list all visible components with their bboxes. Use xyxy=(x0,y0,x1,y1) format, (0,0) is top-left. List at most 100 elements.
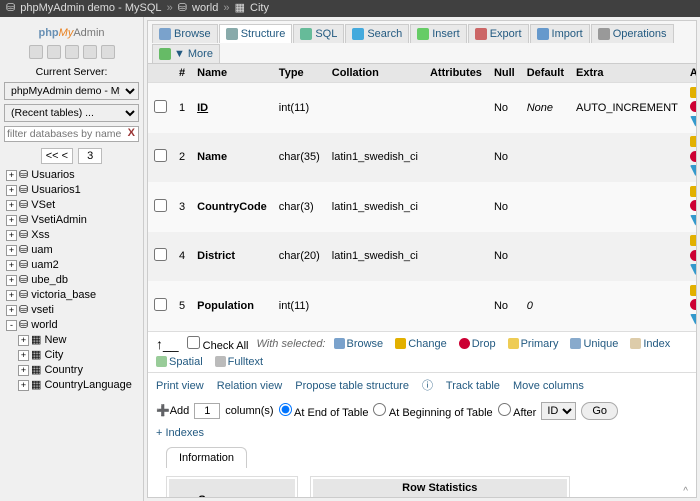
after-column-select[interactable]: ID xyxy=(541,402,576,420)
check-all-box[interactable] xyxy=(187,336,200,349)
ws-fulltext[interactable]: Fulltext xyxy=(215,356,263,368)
row-checkbox[interactable] xyxy=(154,298,167,311)
go-button[interactable]: Go xyxy=(581,402,618,420)
db-node[interactable]: +⛁ uam xyxy=(4,243,139,258)
expand-icon[interactable]: + xyxy=(6,170,17,181)
expand-icon[interactable]: + xyxy=(6,215,17,226)
opt-after[interactable]: After xyxy=(498,403,537,419)
db-node[interactable]: +⛁ ube_db xyxy=(4,273,139,288)
ws-primary[interactable]: Primary xyxy=(508,338,559,350)
action-change[interactable]: Change xyxy=(690,284,696,296)
db-node[interactable]: +⛁ Usuarios xyxy=(4,168,139,183)
relation-view-link[interactable]: Relation view xyxy=(217,380,282,392)
db-node[interactable]: +⛁ Usuarios1 xyxy=(4,183,139,198)
db-pager[interactable]: << < 3 xyxy=(4,148,139,164)
db-crumb[interactable]: world xyxy=(192,2,218,14)
th-null[interactable]: Null xyxy=(488,64,521,83)
action-more[interactable]: More xyxy=(690,264,696,276)
expand-icon[interactable]: + xyxy=(6,260,17,271)
th-attributes[interactable]: Attributes xyxy=(424,64,488,83)
expand-icon[interactable]: + xyxy=(6,275,17,286)
propose-structure-link[interactable]: Propose table structure xyxy=(295,380,409,392)
db-node[interactable]: -⛁ world xyxy=(4,318,139,333)
tab-import[interactable]: Import xyxy=(530,24,590,43)
expand-icon[interactable]: + xyxy=(6,230,17,241)
tab-insert[interactable]: Insert xyxy=(410,24,467,43)
action-more[interactable]: More xyxy=(690,214,696,226)
expand-icon[interactable]: + xyxy=(18,380,29,391)
ws-spatial[interactable]: Spatial xyxy=(156,356,203,368)
tab-structure[interactable]: Structure xyxy=(219,24,293,43)
action-change[interactable]: Change xyxy=(690,235,696,247)
move-columns-link[interactable]: Move columns xyxy=(513,380,584,392)
table-crumb[interactable]: City xyxy=(250,2,269,14)
expand-icon[interactable]: + xyxy=(18,350,29,361)
action-drop[interactable]: Drop xyxy=(690,249,696,261)
row-checkbox[interactable] xyxy=(154,149,167,162)
th-num[interactable]: # xyxy=(173,64,191,83)
opt-begin[interactable]: At Beginning of Table xyxy=(373,403,492,419)
tab-browse[interactable]: Browse xyxy=(152,24,218,43)
th-name[interactable]: Name xyxy=(191,64,273,83)
action-drop[interactable]: Drop xyxy=(690,101,696,113)
action-drop[interactable]: Drop xyxy=(690,200,696,212)
opt-end[interactable]: At End of Table xyxy=(279,403,369,419)
expand-icon[interactable]: + xyxy=(6,185,17,196)
pager-prev[interactable]: << < xyxy=(41,148,73,164)
pager-page[interactable]: 3 xyxy=(78,148,102,164)
th-default[interactable]: Default xyxy=(521,64,570,83)
row-checkbox[interactable] xyxy=(154,199,167,212)
tab-more[interactable]: ▼ More xyxy=(152,44,220,63)
action-change[interactable]: Change xyxy=(690,86,696,98)
action-more[interactable]: More xyxy=(690,165,696,177)
clear-filter-icon[interactable]: X xyxy=(128,127,135,139)
action-drop[interactable]: Drop xyxy=(690,150,696,162)
table-node[interactable]: +▦ New xyxy=(4,333,139,348)
tab-operations[interactable]: Operations xyxy=(591,24,674,43)
check-all[interactable]: Check All xyxy=(187,336,249,352)
db-node[interactable]: +⛁ vseti xyxy=(4,303,139,318)
row-checkbox[interactable] xyxy=(154,248,167,261)
track-table-link[interactable]: Track table xyxy=(446,380,500,392)
help-icon[interactable]: ⓘ xyxy=(422,380,433,392)
ws-index[interactable]: Index xyxy=(630,338,670,350)
row-checkbox[interactable] xyxy=(154,100,167,113)
expand-icon[interactable]: + xyxy=(18,365,29,376)
print-view-link[interactable]: Print view xyxy=(156,380,204,392)
action-more[interactable]: More xyxy=(690,115,696,127)
sidebar-quick-icons[interactable] xyxy=(4,45,139,62)
expand-icon[interactable]: + xyxy=(6,305,17,316)
th-collation[interactable]: Collation xyxy=(326,64,424,83)
ws-unique[interactable]: Unique xyxy=(570,338,618,350)
recent-tables-select[interactable]: (Recent tables) ... xyxy=(4,104,139,122)
action-more[interactable]: More xyxy=(690,313,696,325)
table-node[interactable]: +▦ CountryLanguage xyxy=(4,378,139,393)
expand-icon[interactable]: + xyxy=(6,290,17,301)
add-count-input[interactable] xyxy=(194,403,220,419)
server-crumb[interactable]: phpMyAdmin demo - MySQL xyxy=(20,2,161,14)
db-node[interactable]: +⛁ uam2 xyxy=(4,258,139,273)
hide-console[interactable]: ^ xyxy=(683,486,688,497)
expand-icon[interactable]: + xyxy=(6,245,17,256)
expand-icon[interactable]: - xyxy=(6,320,17,331)
information-tab[interactable]: Information xyxy=(166,447,247,468)
tab-export[interactable]: Export xyxy=(468,24,529,43)
filter-db-input[interactable] xyxy=(4,126,139,142)
db-node[interactable]: +⛁ Xss xyxy=(4,228,139,243)
action-change[interactable]: Change xyxy=(690,136,696,148)
db-node[interactable]: +⛁ VsetiAdmin xyxy=(4,213,139,228)
expand-icon[interactable]: + xyxy=(6,200,17,211)
action-drop[interactable]: Drop xyxy=(690,299,696,311)
th-type[interactable]: Type xyxy=(273,64,326,83)
db-node[interactable]: +⛁ VSet xyxy=(4,198,139,213)
expand-icon[interactable]: + xyxy=(18,335,29,346)
indexes-toggle[interactable]: + Indexes xyxy=(156,427,204,439)
server-select[interactable]: phpMyAdmin demo - My xyxy=(4,82,139,100)
table-node[interactable]: +▦ City xyxy=(4,348,139,363)
th-action[interactable]: Action xyxy=(684,64,696,83)
tab-search[interactable]: Search xyxy=(345,24,409,43)
tab-sql[interactable]: SQL xyxy=(293,24,344,43)
ws-browse[interactable]: Browse xyxy=(334,338,384,350)
action-change[interactable]: Change xyxy=(690,185,696,197)
db-node[interactable]: +⛁ victoria_base xyxy=(4,288,139,303)
